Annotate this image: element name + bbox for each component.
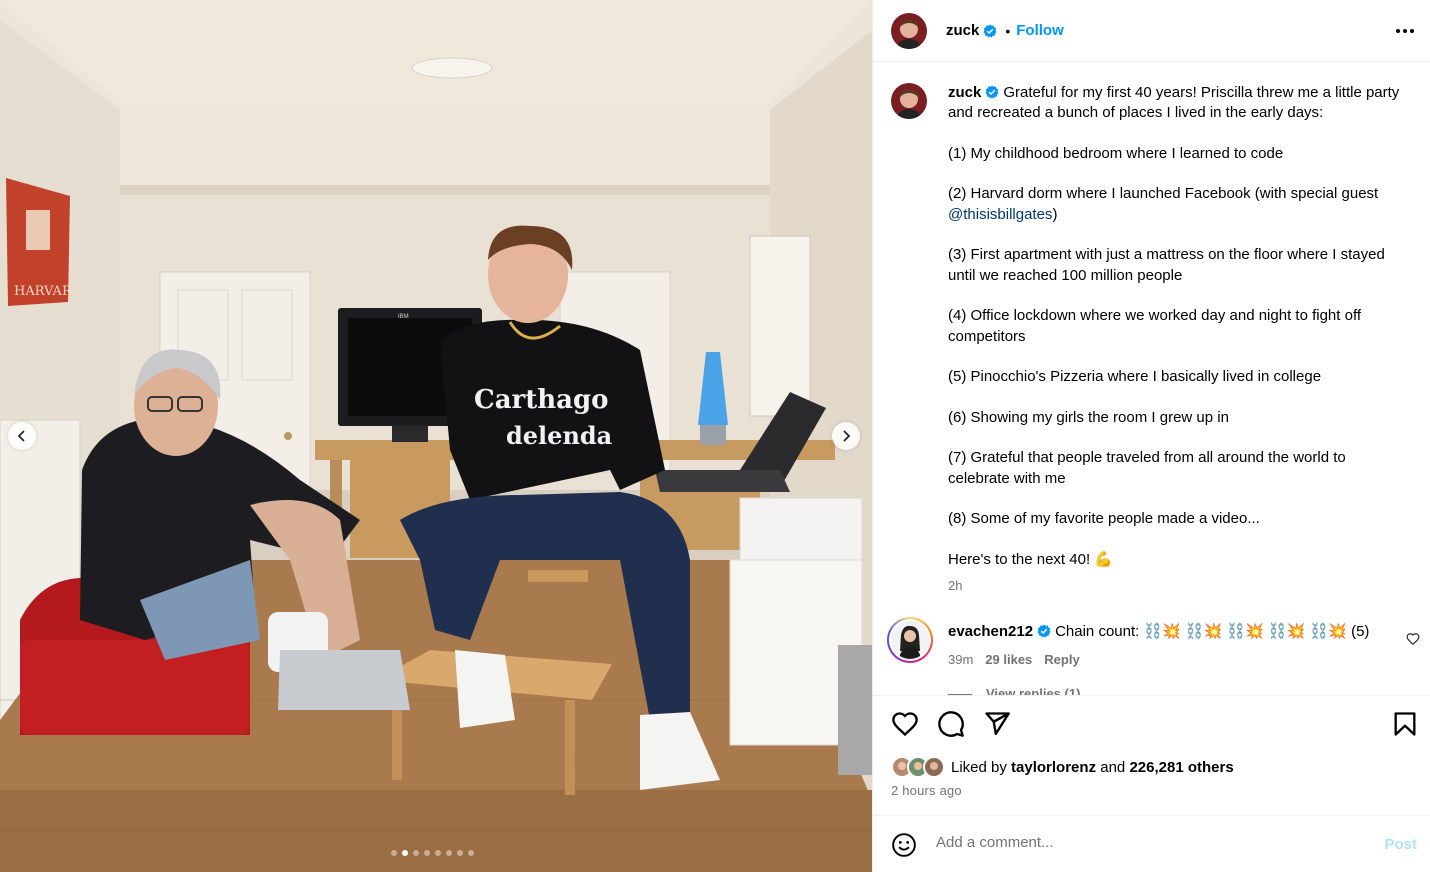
mention-link[interactable]: @thisisbillgates	[948, 206, 1052, 223]
avatar	[923, 756, 945, 778]
caption-item-2: (2) Harvard dorm where I launched Facebo…	[948, 185, 1379, 223]
comments-section[interactable]: zuck Grateful for my first 40 years! Pri…	[873, 63, 1430, 695]
reply-button[interactable]: Reply	[1044, 650, 1079, 670]
comment-text: Chain count: ⛓️💥 ⛓️💥 ⛓️💥 ⛓️💥 ⛓️💥 (5)	[1055, 623, 1370, 640]
carousel-dot	[446, 850, 452, 856]
chevron-left-icon	[17, 430, 25, 442]
caption-timestamp[interactable]: 2h	[948, 576, 1410, 596]
verified-badge-icon	[983, 24, 997, 37]
action-icons	[891, 710, 1011, 738]
liker-avatars	[891, 756, 947, 778]
follow-button[interactable]: Follow	[1016, 22, 1064, 39]
verified-badge-icon	[985, 85, 999, 99]
likes-middle: and	[1100, 758, 1126, 776]
bookmark-icon[interactable]	[1391, 710, 1419, 738]
caption-intro: Grateful for my first 40 years! Priscill…	[948, 84, 1400, 122]
caption-item-7: (7) Grateful that people traveled from a…	[948, 449, 1346, 487]
carousel-dot	[424, 850, 430, 856]
likes-summary: Liked by taylorlorenz and 226,281 others	[891, 756, 1234, 778]
verified-badge-icon	[1037, 624, 1051, 638]
emoji-icon[interactable]	[891, 832, 917, 858]
carousel-prev-button[interactable]	[8, 422, 36, 450]
comment-meta: 39m 29 likes Reply	[948, 650, 1378, 670]
monitor-brand-text: IBM	[398, 314, 409, 320]
instagram-post: HARVARD IBM Carthago delenda zuck • Foll…	[0, 0, 1430, 872]
comment-likes[interactable]: 29 likes	[985, 650, 1032, 670]
comment-text-block: evachen212 Chain count: ⛓️💥 ⛓️💥 ⛓️💥 ⛓️💥 …	[948, 622, 1378, 670]
carousel-dots	[391, 850, 474, 856]
carousel-dot	[457, 850, 463, 856]
flag-text: HARVARD	[14, 284, 82, 299]
add-comment-bar: Post	[873, 815, 1430, 872]
likes-others[interactable]: 226,281 others	[1129, 759, 1233, 776]
more-options-button[interactable]	[1394, 22, 1416, 40]
comment-time[interactable]: 39m	[948, 650, 973, 670]
more-dots-icon	[1396, 29, 1400, 33]
caption-outro: Here's to the next 40! 💪	[948, 550, 1113, 568]
post-header: zuck • Follow	[873, 0, 1430, 62]
carousel-dot	[435, 850, 441, 856]
liker-username[interactable]: taylorlorenz	[1011, 759, 1096, 776]
caption-item-5: (5) Pinocchio's Pizzeria where I basical…	[948, 368, 1322, 386]
post-photo: HARVARD IBM Carthago delenda	[0, 0, 872, 872]
header-separator: •	[1005, 22, 1011, 39]
avatar[interactable]	[891, 12, 927, 49]
shirt-text-line-2: delenda	[506, 421, 612, 450]
comment-username[interactable]: evachen212	[948, 623, 1033, 640]
chevron-right-icon	[843, 430, 851, 442]
caption-item-8: (8) Some of my favorite people made a vi…	[948, 510, 1260, 528]
carousel-dot	[468, 850, 474, 856]
shirt-text-line-1: Carthago	[474, 385, 609, 415]
comment-icon[interactable]	[937, 710, 965, 738]
story-ring[interactable]	[887, 617, 933, 663]
caption-text: zuck Grateful for my first 40 years! Pri…	[948, 83, 1410, 596]
post-side-panel: zuck • Follow zuck Grateful for my first…	[872, 0, 1430, 872]
caption-item-1: (1) My childhood bedroom where I learned…	[948, 144, 1284, 162]
post-timestamp[interactable]: 2 hours ago	[891, 783, 962, 798]
caption-username[interactable]: zuck	[948, 84, 981, 101]
carousel-dot	[391, 850, 397, 856]
avatar[interactable]	[891, 83, 927, 119]
carousel-dot-active	[402, 850, 408, 856]
heart-icon[interactable]	[1406, 632, 1420, 646]
post-actions-bar: Liked by taylorlorenz and 226,281 others…	[873, 695, 1430, 815]
caption-item-6: (6) Showing my girls the room I grew up …	[948, 408, 1229, 426]
post-media[interactable]: HARVARD IBM Carthago delenda	[0, 0, 872, 872]
share-icon[interactable]	[983, 710, 1011, 738]
caption-item-4: (4) Office lockdown where we worked day …	[948, 307, 1362, 345]
likes-prefix: Liked by	[951, 758, 1007, 776]
view-replies-button[interactable]: View replies (1)	[948, 686, 1080, 695]
comment-input[interactable]	[936, 834, 1356, 851]
heart-icon[interactable]	[891, 710, 919, 738]
carousel-next-button[interactable]	[832, 422, 860, 450]
carousel-dot	[413, 850, 419, 856]
header-username[interactable]: zuck	[946, 22, 979, 39]
caption-item-3: (3) First apartment with just a mattress…	[948, 246, 1385, 284]
avatar	[891, 621, 929, 659]
post-comment-button[interactable]: Post	[1384, 836, 1417, 853]
